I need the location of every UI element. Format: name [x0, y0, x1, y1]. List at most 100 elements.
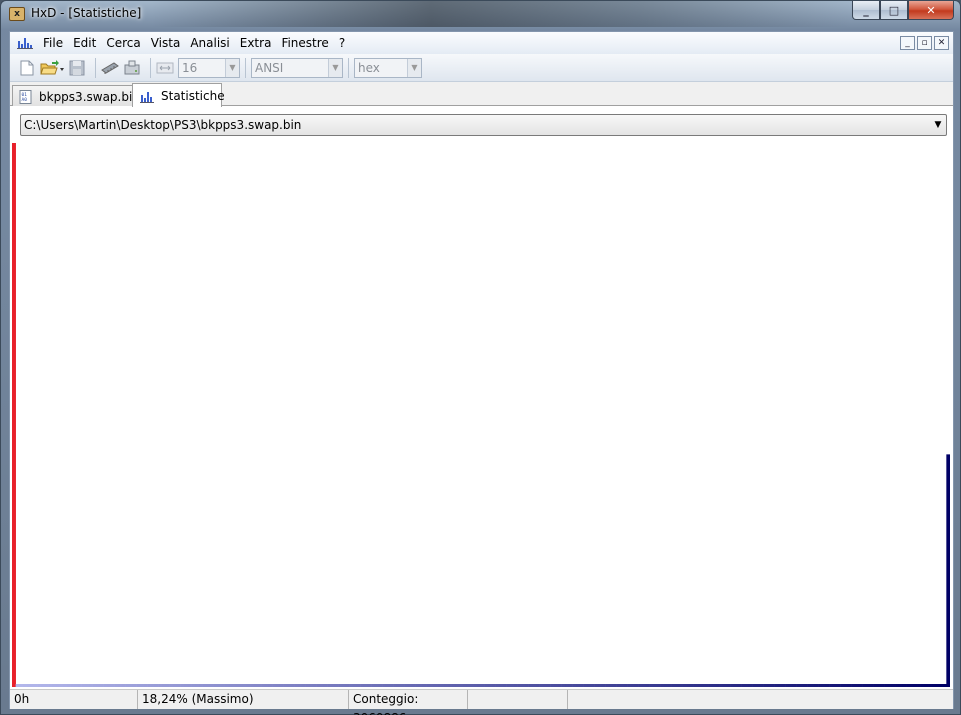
histogram-bar[interactable] — [396, 684, 401, 687]
menu-extra[interactable]: Extra — [235, 32, 277, 54]
histogram-bar[interactable] — [103, 684, 108, 687]
histogram-bar[interactable] — [92, 684, 97, 687]
byte-histogram-chart[interactable] — [12, 142, 950, 688]
histogram-bar[interactable] — [206, 684, 211, 687]
histogram-bar[interactable] — [741, 684, 746, 687]
histogram-bar[interactable] — [294, 684, 299, 687]
histogram-bar[interactable] — [44, 684, 49, 687]
tab-statistiche[interactable]: Statistiche — [132, 83, 225, 107]
histogram-bar[interactable] — [30, 684, 35, 687]
histogram-bar[interactable] — [393, 684, 398, 687]
histogram-bar[interactable] — [510, 684, 515, 687]
histogram-bar[interactable] — [649, 684, 654, 687]
histogram-bar[interactable] — [557, 684, 562, 687]
histogram-bar[interactable] — [766, 684, 771, 687]
histogram-bar[interactable] — [708, 684, 713, 687]
histogram-bar[interactable] — [521, 684, 526, 687]
histogram-bar[interactable] — [814, 684, 819, 687]
histogram-bar[interactable] — [202, 684, 207, 687]
histogram-bar[interactable] — [118, 684, 123, 687]
histogram-bar[interactable] — [411, 684, 416, 687]
menu-edit[interactable]: Edit — [68, 32, 101, 54]
histogram-bar[interactable] — [730, 684, 735, 687]
mdi-close-button[interactable]: ✕ — [934, 36, 949, 50]
histogram-bar[interactable] — [426, 684, 430, 687]
histogram-bar[interactable] — [884, 684, 889, 687]
histogram-bar[interactable] — [400, 684, 405, 687]
histogram-bar[interactable] — [939, 684, 943, 687]
histogram-bar[interactable] — [12, 143, 16, 687]
histogram-bar[interactable] — [682, 684, 687, 687]
histogram-bar[interactable] — [261, 684, 266, 687]
histogram-bar[interactable] — [634, 684, 639, 687]
histogram-bar[interactable] — [129, 684, 134, 687]
histogram-bar[interactable] — [477, 684, 482, 687]
histogram-bar[interactable] — [165, 684, 170, 687]
histogram-bar[interactable] — [579, 684, 584, 687]
histogram-bar[interactable] — [946, 454, 950, 687]
histogram-bar[interactable] — [491, 684, 496, 687]
histogram-bar[interactable] — [623, 684, 628, 687]
histogram-bar[interactable] — [213, 684, 218, 687]
histogram-bar[interactable] — [601, 684, 606, 687]
histogram-bar[interactable] — [792, 684, 797, 687]
histogram-bar[interactable] — [154, 684, 159, 687]
histogram-bar[interactable] — [781, 684, 786, 687]
histogram-bar[interactable] — [612, 684, 617, 687]
histogram-bar[interactable] — [840, 684, 845, 687]
histogram-bar[interactable] — [722, 684, 727, 687]
histogram-bar[interactable] — [330, 684, 335, 687]
histogram-bar[interactable] — [143, 684, 148, 687]
histogram-bar[interactable] — [898, 684, 903, 687]
histogram-bar[interactable] — [895, 684, 899, 687]
histogram-bar[interactable] — [132, 684, 137, 687]
histogram-bar[interactable] — [873, 684, 878, 687]
histogram-bar[interactable] — [620, 684, 625, 687]
histogram-bar[interactable] — [843, 684, 848, 687]
mdi-minimize-button[interactable]: _ — [900, 36, 915, 50]
histogram-bar[interactable] — [737, 684, 742, 687]
histogram-bar[interactable] — [880, 684, 885, 687]
histogram-bar[interactable] — [242, 684, 247, 687]
histogram-bar[interactable] — [928, 684, 932, 687]
histogram-bar[interactable] — [825, 684, 830, 687]
histogram-bar[interactable] — [506, 684, 511, 687]
histogram-bar[interactable] — [671, 684, 676, 687]
histogram-bar[interactable] — [532, 684, 537, 687]
histogram-bar[interactable] — [744, 684, 749, 687]
histogram-bar[interactable] — [88, 684, 93, 687]
histogram-bar[interactable] — [638, 684, 643, 687]
histogram-bar[interactable] — [697, 684, 702, 687]
mdi-restore-button[interactable]: ▫ — [917, 36, 932, 50]
histogram-bar[interactable] — [803, 684, 808, 687]
histogram-bar[interactable] — [517, 684, 522, 687]
histogram-bar[interactable] — [748, 684, 753, 687]
histogram-bar[interactable] — [700, 684, 705, 687]
histogram-bar[interactable] — [63, 684, 68, 687]
histogram-bar[interactable] — [220, 684, 225, 687]
histogram-bar[interactable] — [147, 684, 152, 687]
histogram-bar[interactable] — [862, 684, 867, 687]
histogram-bar[interactable] — [524, 684, 529, 687]
histogram-bar[interactable] — [572, 684, 577, 687]
histogram-bar[interactable] — [807, 684, 812, 687]
histogram-bar[interactable] — [15, 684, 20, 687]
histogram-bar[interactable] — [437, 684, 441, 687]
histogram-bar[interactable] — [250, 684, 255, 687]
histogram-bar[interactable] — [821, 684, 826, 687]
histogram-bar[interactable] — [616, 684, 621, 687]
histogram-bar[interactable] — [502, 684, 507, 687]
histogram-bar[interactable] — [407, 684, 412, 687]
histogram-bar[interactable] — [836, 684, 841, 687]
histogram-bar[interactable] — [297, 684, 302, 687]
histogram-bar[interactable] — [689, 684, 694, 687]
histogram-bar[interactable] — [187, 684, 192, 687]
histogram-bar[interactable] — [319, 684, 324, 687]
histogram-bar[interactable] — [55, 684, 60, 687]
menu-help[interactable]: ? — [334, 32, 350, 54]
histogram-bar[interactable] — [253, 684, 258, 687]
histogram-bar[interactable] — [869, 684, 874, 687]
histogram-bar[interactable] — [191, 684, 196, 687]
histogram-bar[interactable] — [162, 684, 167, 687]
histogram-bar[interactable] — [656, 684, 661, 687]
